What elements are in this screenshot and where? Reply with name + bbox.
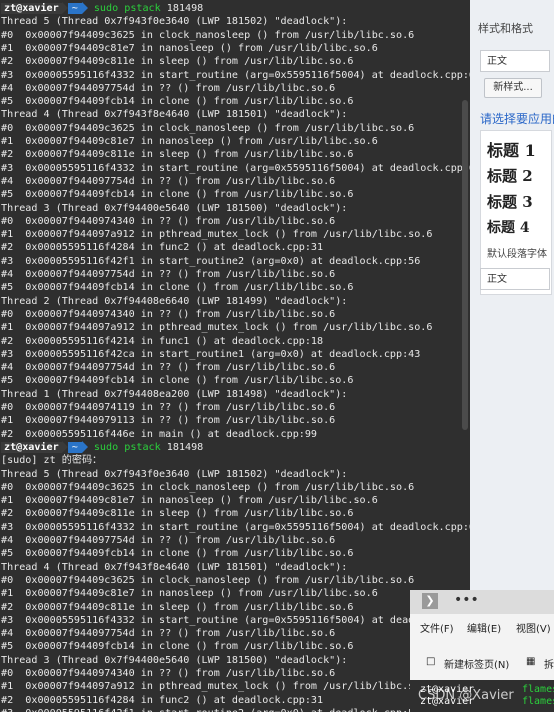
terminal-output-line: #3 0x00005595116f4332 in start_routine (… [1,162,470,174]
terminal-output-line: Thread 4 (Thread 0x7f943f8e4640 (LWP 181… [1,561,348,573]
prompt-separator-icon [61,2,68,14]
terminal-output-line: Thread 1 (Thread 0x7f94408ea200 (LWP 181… [1,388,348,400]
split-icon: ▦ [526,656,536,667]
new-tab-button[interactable]: 新建标签页(N) [444,656,509,671]
terminal-output-line: #4 0x00007f944097754d in ?? () from /usr… [1,175,336,187]
more-icon[interactable]: ••• [454,592,479,608]
terminal-output-line: #0 0x00007f9440974119 in ?? () from /usr… [1,402,336,413]
terminal-output-line: Thread 5 (Thread 0x7f943f0e3640 (LWP 181… [1,16,348,28]
prompt-dir: ~ [67,3,82,14]
style-heading-4[interactable]: 标题 4 [487,217,530,237]
terminal-output-line: #5 0x00007f94409fcb14 in clone () from /… [1,641,354,653]
terminal-output-line: #0 0x00007f94409c3625 in clock_nanosleep… [1,481,415,493]
style-default-font[interactable]: 默认段落字体 [487,245,547,260]
terminal-output-line: #0 0x00007f9440974340 in ?? () from /usr… [1,215,336,227]
terminal-output-line: #1 0x00007f94409c81e7 in nanosleep () fr… [1,495,378,507]
prompt-separator-icon [61,440,68,453]
terminal-output-line: Thread 3 (Thread 0x7f94400e5640 (LWP 181… [1,202,348,214]
style-heading-1[interactable]: 标题 1 [487,137,536,161]
watermark: CSDN @Xavier [418,688,514,703]
terminal-output-line: #2 0x00005595116f446e in main () at dead… [1,428,318,440]
prompt-user: zt@xavier [1,3,62,14]
terminal-output-line: #3 0x00005595116f4332 in start_routine (… [1,69,470,81]
terminal-prompt-line: zt@xavier ~ sudo pstack 181498 [1,440,204,454]
terminal-output-line: #0 0x00007f9440974340 in ?? () from /usr… [1,668,336,679]
terminal-output-line: #4 0x00007f944097754d in ?? () from /usr… [1,269,336,280]
menu-view[interactable]: 视图(V) [516,620,551,635]
prompt-command: sudo pstack [93,3,161,14]
terminal-window[interactable]: zt@xavier ~ sudo pstack 181498 Thread 5 (T… [0,0,470,712]
terminal-output-line: #1 0x00007f94409c81e7 in nanosleep () fr… [1,136,378,147]
terminal-prompt-line: zt@xavier ~ sudo pstack 181498 [1,2,203,15]
terminal-output-line: #3 0x00005595116f42f1 in start_routine2 … [1,707,420,712]
terminal-output-line: #0 0x00007f94409c3625 in clock_nanosleep… [1,29,415,41]
terminal-output-line: #2 0x00007f94409c811e in sleep () from /… [1,508,354,520]
prompt-dir: ~ [67,441,82,453]
prompt-argument: 181498 [160,3,204,14]
terminal-output-line: #4 0x00007f944097754d in ?? () from /usr… [1,535,336,546]
mini-terminal-output-2: flames [522,696,554,707]
style-heading-3[interactable]: 标题 3 [487,191,533,212]
terminal-output-line: #5 0x00007f94409fcb14 in clone () from /… [1,282,354,294]
terminal-output-line: Thread 2 (Thread 0x7f94408e6640 (LWP 181… [1,295,348,307]
menu-file[interactable]: 文件(F) [420,620,454,635]
prompt-argument: 181498 [160,441,204,453]
prompt-user: zt@xavier [1,441,62,453]
terminal-output-line: #0 0x00007f94409c3625 in clock_nanosleep… [1,122,415,134]
file-manager-titlebar[interactable]: ❯ ••• [410,590,554,614]
terminal-output-line: #2 0x00007f94409c811e in sleep () from /… [1,601,354,613]
apply-format-prompt: 请选择要应用的格式 [480,112,554,126]
terminal-output-line: #1 0x00007f944097a912 in pthread_mutex_l… [1,229,433,241]
terminal-output-line: #2 0x00005595116f4284 in func2 () at dea… [1,242,324,254]
new-tab-icon: □ [426,656,436,667]
terminal-output-line: #1 0x00007f944097a912 in pthread_mutex_l… [1,681,433,693]
terminal-output-line: #2 0x00005595116f4214 in func1 () at dea… [1,335,324,347]
terminal-output-line: #5 0x00007f94409fcb14 in clone () from /… [1,548,354,560]
terminal-output-line: [sudo] zt 的密码： [1,455,103,467]
terminal-output-line: #3 0x00005595116f42f1 in start_routine2 … [1,255,421,267]
terminal-output-line: #4 0x00007f944097754d in ?? () from /usr… [1,362,336,374]
terminal-output-line: Thread 5 (Thread 0x7f943f0e3640 (LWP 181… [1,468,348,480]
styles-panel: 样式和格式 正文 新样式... 请选择要应用的格式 标题 1 标题 2 标题 3… [470,0,554,590]
terminal-output-line: Thread 3 (Thread 0x7f94400e5640 (LWP 181… [1,654,348,666]
split-button[interactable]: 拆 [544,656,554,671]
back-icon[interactable]: ❯ [422,593,438,609]
terminal-output-line: #1 0x00007f9440979113 in ?? () from /usr… [1,415,336,427]
terminal-output-line: #2 0x00007f94409c811e in sleep () from /… [1,56,354,68]
new-style-button[interactable]: 新样式... [484,78,542,98]
terminal-output-line: #3 0x00005595116f42ca in start_routine1 … [1,348,421,360]
terminal-output-line: #3 0x00005595116f4332 in start_routine (… [1,614,470,626]
terminal-output-line: #2 0x00005595116f4284 in func2 () at dea… [1,694,324,706]
menu-edit[interactable]: 编辑(E) [467,620,501,635]
terminal-output-line: #1 0x00007f944097a912 in pthread_mutex_l… [1,322,433,334]
terminal-output-line: Thread 4 (Thread 0x7f943f8e4640 (LWP 181… [1,109,348,121]
bottom-style-field[interactable]: 正文 [480,268,550,290]
mini-terminal-output-1: flames [522,684,554,695]
styles-panel-header: 样式和格式 [478,22,533,35]
terminal-output-line: #5 0x00007f94409fcb14 in clone () from /… [1,375,354,387]
terminal-output-line: #1 0x00007f94409c81e7 in nanosleep () fr… [1,42,378,54]
terminal-output-line: #0 0x00007f9440974340 in ?? () from /usr… [1,308,336,320]
terminal-output-line: #5 0x00007f94409fcb14 in clone () from /… [1,189,354,201]
terminal-output-line: #2 0x00007f94409c811e in sleep () from /… [1,149,354,161]
terminal-output-line: #5 0x00007f94409fcb14 in clone () from /… [1,96,354,108]
terminal-output-line: #1 0x00007f94409c81e7 in nanosleep () fr… [1,588,378,600]
terminal-scrollbar[interactable] [462,100,468,430]
current-style-field[interactable]: 正文 [480,50,550,72]
terminal-output-line: #4 0x00007f944097754d in ?? () from /usr… [1,628,336,640]
prompt-command: sudo pstack [93,441,161,453]
terminal-output-line: #3 0x00005595116f4332 in start_routine (… [1,521,470,533]
style-heading-2[interactable]: 标题 2 [487,165,533,186]
terminal-output-line: #0 0x00007f94409c3625 in clock_nanosleep… [1,574,415,586]
terminal-output-line: #4 0x00007f944097754d in ?? () from /usr… [1,82,336,94]
